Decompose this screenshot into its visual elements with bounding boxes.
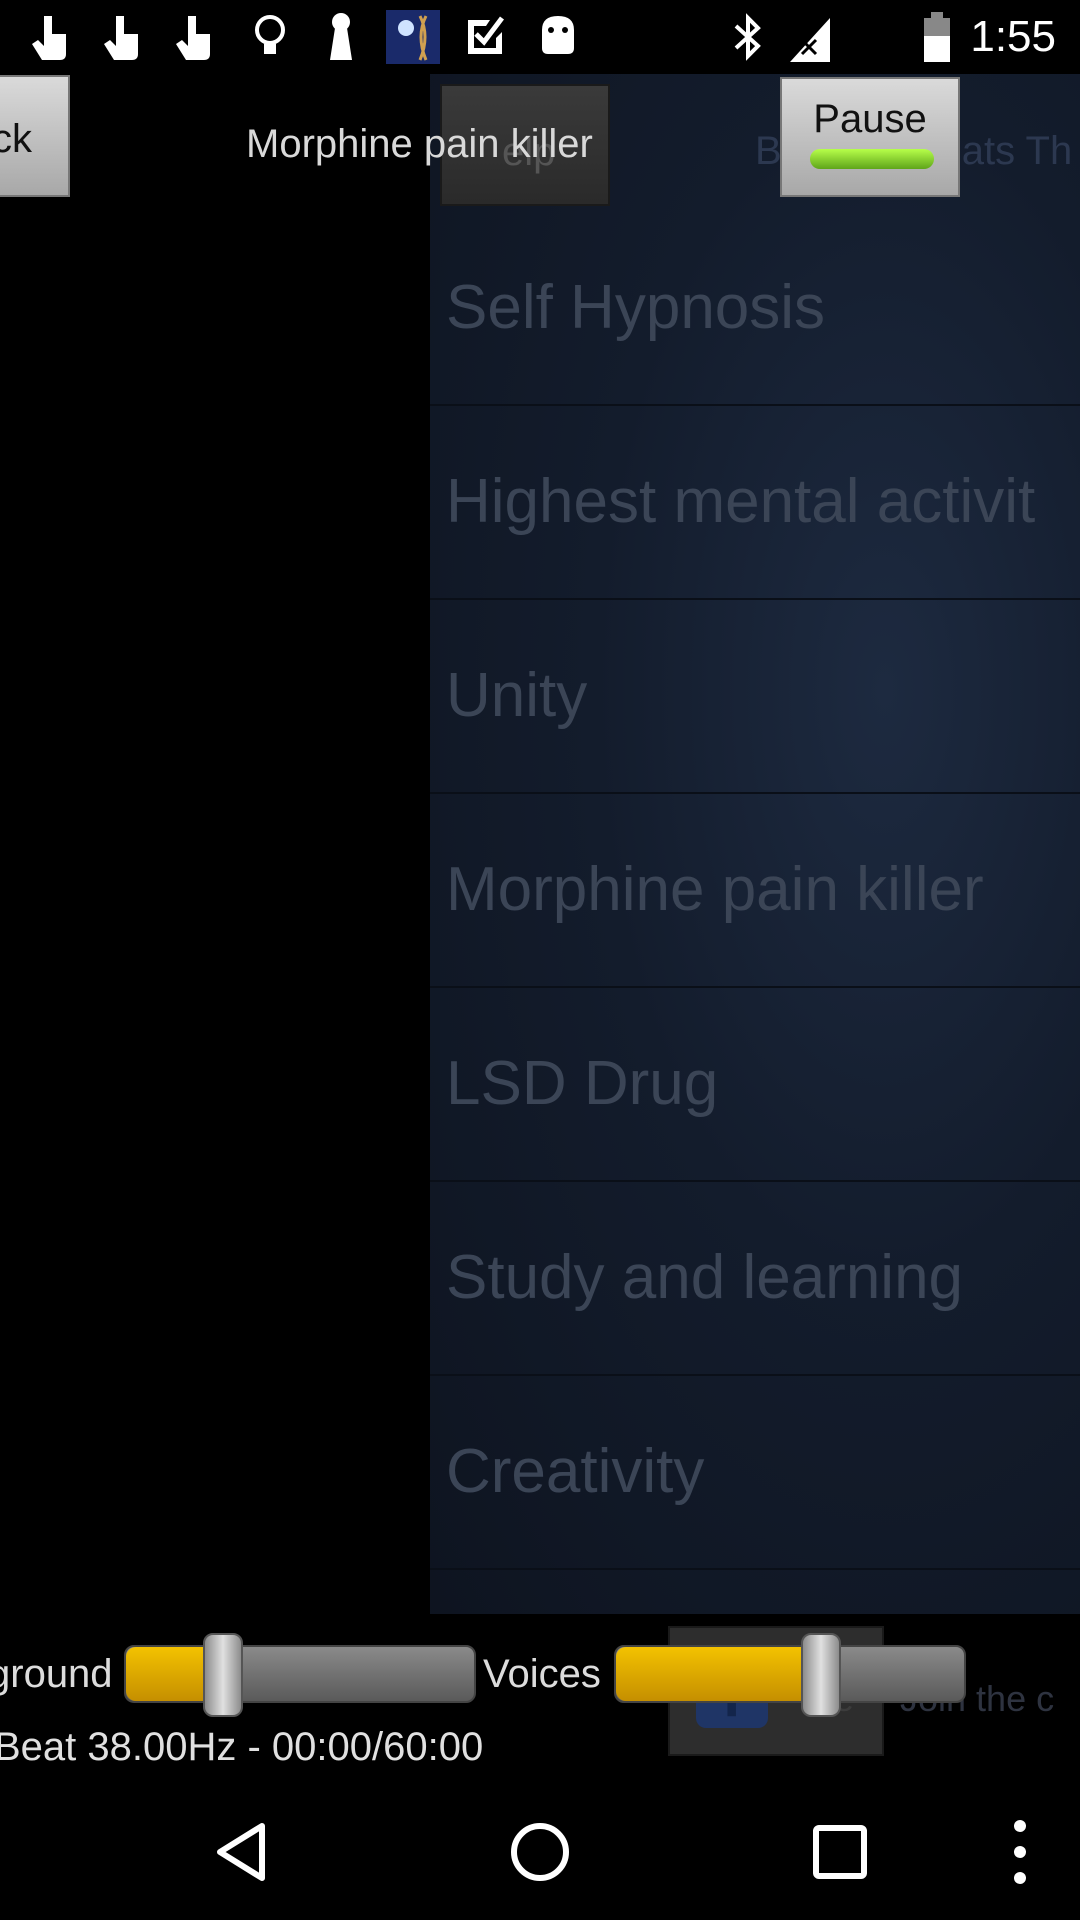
list-item[interactable]: Morphine pain killer bbox=[430, 794, 1080, 988]
signal-icon bbox=[790, 18, 830, 62]
list-item-label: Study and learning bbox=[446, 1243, 964, 1312]
voices-volume-thumb[interactable] bbox=[801, 1633, 842, 1717]
app-head-icon bbox=[386, 10, 440, 64]
back-button-label: ck bbox=[0, 117, 32, 161]
background-volume-label: ground bbox=[0, 1652, 113, 1696]
list-item[interactable]: LSD Drug bbox=[430, 988, 1080, 1182]
hand-touch-icon bbox=[32, 16, 66, 60]
check-icon bbox=[468, 16, 504, 54]
pause-indicator bbox=[810, 149, 934, 169]
list-item[interactable]: Creativity bbox=[430, 1376, 1080, 1570]
list-item-label: Morphine pain killer bbox=[446, 855, 984, 924]
status-clock: 1:55 bbox=[970, 12, 1056, 61]
pause-button[interactable]: Pause bbox=[780, 77, 960, 197]
battery-icon bbox=[924, 12, 950, 62]
more-icon[interactable] bbox=[1008, 1818, 1032, 1886]
list-item-label: Creativity bbox=[446, 1437, 705, 1506]
recents-icon[interactable] bbox=[812, 1824, 868, 1880]
list-item[interactable]: Self Hypnosis bbox=[430, 212, 1080, 406]
voices-volume-label: Voices bbox=[483, 1652, 601, 1696]
status-bar: 1:55 bbox=[0, 0, 1080, 74]
background-volume-thumb[interactable] bbox=[203, 1633, 244, 1717]
navigation-bar bbox=[0, 1780, 1080, 1920]
back-button[interactable]: ck bbox=[0, 75, 70, 197]
list-item-label: LSD Drug bbox=[446, 1049, 719, 1118]
preset-list[interactable]: Binaural Beats Th Self Hypnosis Highest … bbox=[430, 74, 1080, 1614]
home-icon[interactable] bbox=[508, 1820, 572, 1884]
list-item[interactable]: Study and learning bbox=[430, 1182, 1080, 1376]
voices-volume-fill bbox=[616, 1647, 822, 1701]
list-item[interactable]: Unity bbox=[430, 600, 1080, 794]
page-title: Morphine pain killer bbox=[246, 122, 593, 166]
pause-button-label: Pause bbox=[813, 97, 927, 141]
back-icon[interactable] bbox=[212, 1820, 272, 1884]
keyhole-icon bbox=[330, 13, 352, 60]
beat-frequency-info: Beat 38.00Hz - 00:00/60:00 bbox=[0, 1725, 484, 1769]
android-icon bbox=[542, 16, 574, 54]
list-item-label: Unity bbox=[446, 661, 588, 730]
list-item-label: Self Hypnosis bbox=[446, 273, 826, 342]
hand-touch-icon bbox=[176, 16, 210, 60]
background-volume-slider[interactable] bbox=[124, 1633, 476, 1717]
lightbulb-icon bbox=[255, 15, 285, 54]
list-item[interactable]: Highest mental activit bbox=[430, 406, 1080, 600]
voices-volume-slider[interactable] bbox=[614, 1633, 966, 1717]
list-item-label: Highest mental activit bbox=[446, 467, 1036, 536]
bluetooth-icon bbox=[734, 13, 761, 61]
hand-touch-icon bbox=[104, 16, 138, 60]
